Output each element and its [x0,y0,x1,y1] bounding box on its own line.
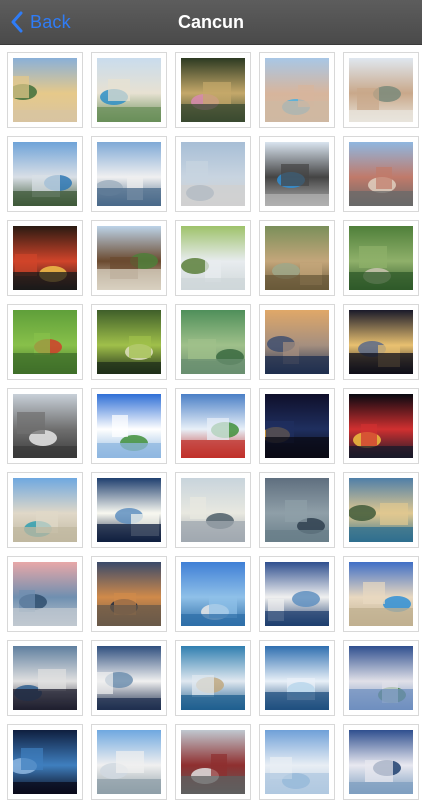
photo-thumbnail[interactable] [175,52,251,128]
green-coast-photo [349,646,413,710]
photo-thumbnail[interactable] [343,640,419,716]
jungle-path-photo [349,226,413,290]
photo-thumbnail[interactable] [343,220,419,296]
infinity-pool-photo [181,142,245,206]
hotel-tower-photo [349,58,413,122]
photo-thumbnail[interactable] [343,724,419,800]
restaurant-sign-photo [181,730,245,794]
photo-thumbnail[interactable] [175,472,251,548]
hotel-pool-photo [265,58,329,122]
page-title: Cancun [177,12,244,32]
photo-thumbnail[interactable] [343,556,419,632]
photo-thumbnail[interactable] [175,724,251,800]
cloud-bank-photo [97,646,161,710]
photo-thumbnail[interactable] [259,136,335,212]
photo-thumbnail[interactable] [7,640,83,716]
photo-thumbnail[interactable] [259,304,335,380]
hammock-photo [181,58,245,122]
photo-thumbnail[interactable] [91,388,167,464]
photo-thumbnail[interactable] [91,556,167,632]
white-hotel-photo [97,730,161,794]
photo-thumbnail[interactable] [259,52,335,128]
thatched-hut-photo [97,226,161,290]
red-flower-photo [13,310,77,374]
palm-leaves-photo [181,310,245,374]
navigation-bar: Back Cancun [0,0,422,45]
photo-thumbnail[interactable] [7,724,83,800]
cloudy-sea-photo [265,478,329,542]
stormy-sky-photo [265,562,329,626]
resort-pool-photo [97,58,161,122]
lagoon-city-photo [13,142,77,206]
photo-thumbnail[interactable] [175,556,251,632]
waves-sand-photo [181,646,245,710]
blue-surf-photo [265,646,329,710]
shopping-center-photo [349,142,413,206]
photo-thumbnail[interactable] [259,472,335,548]
christmas-tree-night-photo [349,394,413,458]
mexican-flag-photo [181,394,245,458]
underwater-photo [13,730,77,794]
beach-hotels-photo [13,478,77,542]
photo-thumbnail[interactable] [91,304,167,380]
cenote-photo [97,310,161,374]
skyscrapers-photo [97,142,161,206]
sky-clouds-photo [265,730,329,794]
photo-thumbnail[interactable] [175,640,251,716]
photo-thumbnail[interactable] [7,304,83,380]
rocky-coast-photo [349,478,413,542]
photo-thumbnail[interactable] [7,556,83,632]
pink-sky-sea-photo [13,562,77,626]
fisheye-sand-photo [13,394,77,458]
photo-thumbnail[interactable] [175,220,251,296]
dark-clouds-photo [349,730,413,794]
photo-thumbnail[interactable] [343,388,419,464]
photo-thumbnail[interactable] [259,220,335,296]
fisheye-flag-photo [97,394,161,458]
photo-thumbnail[interactable] [91,472,167,548]
misty-beach-photo [181,478,245,542]
photo-thumbnail[interactable] [91,220,167,296]
photo-thumbnail[interactable] [343,472,419,548]
photo-thumbnail[interactable] [91,640,167,716]
photo-thumbnail[interactable] [91,724,167,800]
dancer-statue-photo [265,142,329,206]
photo-thumbnail[interactable] [7,136,83,212]
photo-thumbnail[interactable] [259,724,335,800]
photo-thumbnail[interactable] [7,472,83,548]
hotel-shore-photo [349,562,413,626]
photo-thumbnail[interactable] [91,136,167,212]
hotel-building-photo [13,58,77,122]
photo-grid [7,52,419,800]
turquoise-waves-photo [181,562,245,626]
festival-arch-photo [13,226,77,290]
palapa-hut-photo [265,226,329,290]
photo-thumbnail[interactable] [343,136,419,212]
photo-thumbnail[interactable] [259,388,335,464]
fisheye-sunset-photo [349,310,413,374]
beach-sunset-photo [265,310,329,374]
night-city-photo [265,394,329,458]
photo-thumbnail[interactable] [175,304,251,380]
photo-thumbnail[interactable] [259,640,335,716]
photo-thumbnail[interactable] [7,388,83,464]
dusk-sea-photo [97,562,161,626]
photo-thumbnail[interactable] [259,556,335,632]
swimmers-sea-photo [13,646,77,710]
sun-over-sea-photo [97,478,161,542]
photo-thumbnail[interactable] [343,52,419,128]
photo-thumbnail[interactable] [7,220,83,296]
photo-thumbnail[interactable] [91,52,167,128]
photo-thumbnail[interactable] [175,136,251,212]
photo-thumbnail[interactable] [175,388,251,464]
photo-thumbnail[interactable] [7,52,83,128]
photo-thumbnail[interactable] [343,304,419,380]
picnic-area-photo [181,226,245,290]
